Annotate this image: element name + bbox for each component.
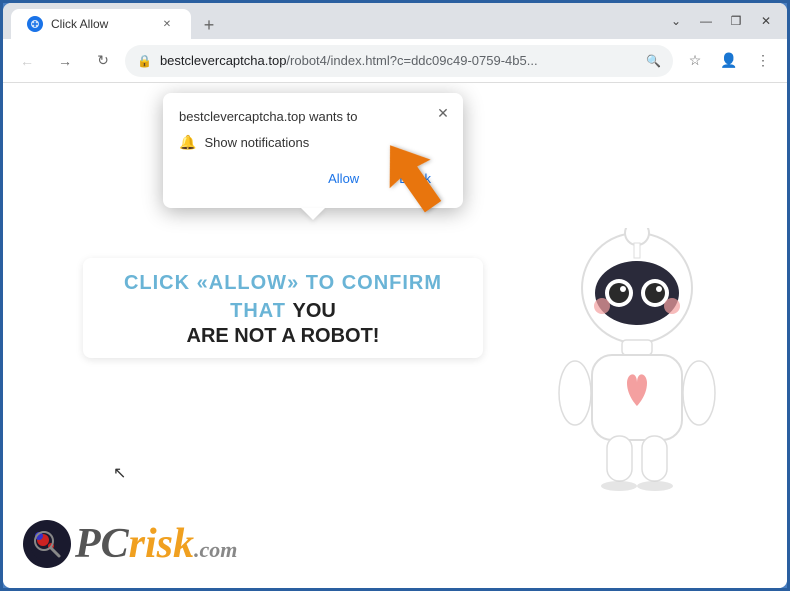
mouse-cursor: ↖ (113, 463, 126, 483)
toolbar-actions: ☆ 👤 ⋮ (679, 45, 779, 77)
new-tab-button[interactable]: + (195, 11, 223, 39)
title-bar: Click Allow ✕ + ⌄ — ❒ ✕ (3, 3, 787, 39)
url-display: bestclevercaptcha.top/robot4/index.html?… (160, 53, 638, 68)
back-button[interactable]: ← (11, 45, 43, 77)
pcrisk-icon (23, 520, 71, 568)
url-path: /robot4/index.html?c=ddc09c49-0759-4b5..… (286, 53, 537, 68)
tab-title: Click Allow (51, 17, 151, 31)
risk-text: risk (129, 521, 194, 567)
search-icon: 🔍 (646, 54, 661, 68)
allow-button[interactable]: Allow (312, 165, 375, 192)
bell-icon: 🔔 (179, 134, 196, 151)
pcrisk-logo: PCrisk.com (23, 520, 237, 568)
active-tab[interactable]: Click Allow ✕ (11, 9, 191, 39)
window-controls: ⌄ — ❒ ✕ (663, 8, 779, 34)
captcha-line2: ARE NOT A ROBOT! (187, 325, 380, 348)
popup-close-button[interactable]: ✕ (433, 103, 453, 123)
robot-illustration (537, 228, 737, 508)
tab-close-button[interactable]: ✕ (159, 16, 175, 32)
arrow-overlay (373, 133, 453, 228)
menu-button[interactable]: ⋮ (747, 45, 779, 77)
notification-label: Show notifications (204, 135, 309, 150)
chevron-down-button[interactable]: ⌄ (663, 8, 689, 34)
lock-icon: 🔒 (137, 54, 152, 68)
browser-window: Click Allow ✕ + ⌄ — ❒ ✕ ← → ↻ 🔒 bestclev… (3, 3, 787, 588)
page-content: ✕ bestclevercaptcha.top wants to 🔔 Show … (3, 83, 787, 588)
tab-strip: Click Allow ✕ + (11, 3, 655, 39)
pcrisk-icon-svg (29, 526, 65, 562)
captcha-black-text: YOU (293, 300, 336, 322)
popup-title: bestclevercaptcha.top wants to (179, 109, 447, 124)
address-bar[interactable]: 🔒 bestclevercaptcha.top/robot4/index.htm… (125, 45, 673, 77)
captcha-colored-text: CLICK «ALLOW» TO CONFIRM THAT (124, 272, 442, 322)
maximize-button[interactable]: ❒ (723, 8, 749, 34)
refresh-button[interactable]: ↻ (87, 45, 119, 77)
captcha-text-box: CLICK «ALLOW» TO CONFIRM THAT YOU ARE NO… (83, 258, 483, 358)
pc-text: PC (75, 521, 129, 567)
url-domain: bestclevercaptcha.top (160, 53, 286, 68)
popup-tail (301, 208, 325, 220)
close-button[interactable]: ✕ (753, 8, 779, 34)
tab-favicon (27, 16, 43, 32)
toolbar: ← → ↻ 🔒 bestclevercaptcha.top/robot4/ind… (3, 39, 787, 83)
bookmark-star-button[interactable]: ☆ (679, 45, 711, 77)
com-text: .com (194, 537, 237, 562)
orange-arrow-icon (373, 133, 453, 223)
pcrisk-text: PCrisk.com (75, 523, 237, 565)
forward-button[interactable]: → (49, 45, 81, 77)
profile-button[interactable]: 👤 (713, 45, 745, 77)
robot-svg (537, 228, 737, 508)
minimize-button[interactable]: — (693, 8, 719, 34)
captcha-line1: CLICK «ALLOW» TO CONFIRM THAT YOU (99, 269, 467, 325)
